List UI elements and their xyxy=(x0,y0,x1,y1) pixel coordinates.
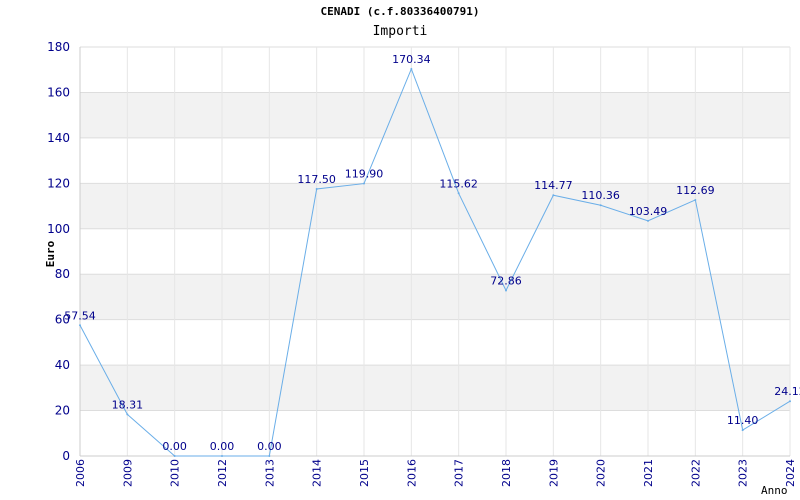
data-point xyxy=(268,455,271,457)
x-tick-label: 2019 xyxy=(547,459,560,487)
data-label: 57.54 xyxy=(64,309,96,322)
data-label: 18.31 xyxy=(112,398,144,411)
data-point xyxy=(552,194,555,197)
data-label: 0.00 xyxy=(210,440,235,453)
x-tick-label: 2010 xyxy=(169,459,182,487)
data-label: 0.00 xyxy=(162,440,187,453)
y-tick-label: 0 xyxy=(62,449,70,463)
data-point xyxy=(410,67,413,70)
x-tick-label: 2021 xyxy=(642,459,655,487)
x-tick-label: 2013 xyxy=(263,459,276,487)
data-label: 119.90 xyxy=(345,168,384,181)
x-tick-label: 2016 xyxy=(405,459,418,487)
data-point xyxy=(79,324,81,327)
x-tick-label: 2015 xyxy=(358,459,371,487)
data-label: 0.00 xyxy=(257,440,282,453)
x-tick-label: 2024 xyxy=(784,459,797,487)
data-label: 170.34 xyxy=(392,53,431,66)
x-tick-label: 2022 xyxy=(689,459,702,487)
y-tick-label: 120 xyxy=(47,176,70,190)
x-tick-label: 2006 xyxy=(74,459,87,487)
x-tick-label: 2017 xyxy=(453,459,466,487)
grid-bands xyxy=(80,92,790,411)
x-axis-label: Anno xyxy=(761,484,788,497)
x-tick-label: 2018 xyxy=(500,459,513,487)
y-tick-label: 160 xyxy=(47,85,70,99)
data-point xyxy=(789,400,791,403)
x-tick-labels: 2006 2009 2010 2012 2013 2014 2015 2016 2017 2018… xyxy=(74,459,797,487)
data-point xyxy=(221,455,223,457)
x-tick-label: 2023 xyxy=(737,459,750,487)
x-tick-label: 2009 xyxy=(121,459,134,487)
y-tick-label: 180 xyxy=(47,40,70,54)
x-tick-label: 2020 xyxy=(595,459,608,487)
y-tick-label: 100 xyxy=(47,222,70,236)
y-tick-label: 20 xyxy=(55,404,70,418)
grid-band xyxy=(80,274,790,320)
data-label: 117.50 xyxy=(297,173,336,186)
data-point xyxy=(173,455,176,457)
data-label: 114.77 xyxy=(534,179,573,192)
y-tick-label: 40 xyxy=(55,358,70,372)
data-point xyxy=(126,413,129,416)
data-label: 115.62 xyxy=(439,177,478,190)
line-chart: 020406080100120140160180 2006 2009 2010 201… xyxy=(44,40,800,497)
grid-band xyxy=(80,365,790,411)
data-point xyxy=(694,198,697,201)
data-point xyxy=(363,182,365,185)
y-tick-label: 140 xyxy=(47,131,70,145)
data-label: 103.49 xyxy=(629,205,668,218)
data-label: 110.36 xyxy=(581,189,620,202)
data-label: 11.40 xyxy=(727,414,759,427)
data-label: 112.69 xyxy=(676,184,715,197)
data-point xyxy=(315,188,318,191)
data-point xyxy=(741,429,744,432)
data-label: 24.12 xyxy=(774,385,800,398)
data-point xyxy=(647,219,649,222)
y-axis-label: Euro xyxy=(44,240,57,267)
x-tick-label: 2012 xyxy=(216,459,229,487)
y-tick-label: 80 xyxy=(55,267,70,281)
data-point xyxy=(599,204,602,207)
data-point xyxy=(505,289,507,292)
data-point xyxy=(457,192,460,195)
data-label: 72.86 xyxy=(490,274,522,287)
x-tick-label: 2014 xyxy=(311,459,324,487)
